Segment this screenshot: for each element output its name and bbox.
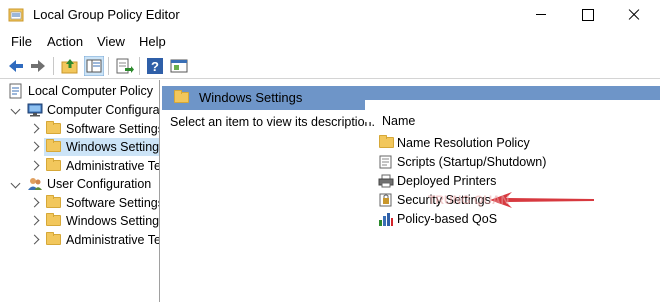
menu-bar: File Action View Help <box>0 32 660 52</box>
chevron-right-icon[interactable] <box>29 234 40 245</box>
menu-action[interactable]: Action <box>47 34 83 49</box>
details-title: Windows Settings <box>199 90 303 105</box>
tree-item-software-settings[interactable]: Software Settings <box>0 120 160 138</box>
chevron-right-icon[interactable] <box>29 123 40 134</box>
folder-icon <box>46 232 61 245</box>
tree-label: Computer Configura <box>47 103 160 117</box>
chevron-down-icon[interactable] <box>10 104 21 115</box>
toolbar-separator <box>139 57 140 75</box>
tree-label: Windows Setting <box>66 214 160 228</box>
scripts-icon <box>379 155 392 169</box>
help-icon[interactable]: ? <box>145 56 165 76</box>
list-item-label: Security Settings <box>397 193 491 207</box>
tree-label: Administrative Te <box>66 233 160 247</box>
export-list-icon[interactable] <box>114 56 134 76</box>
computer-icon <box>27 103 43 117</box>
chevron-right-icon[interactable] <box>29 141 40 152</box>
group-policy-app-icon <box>8 8 24 22</box>
chevron-right-icon[interactable] <box>29 197 40 208</box>
toolbar: ? <box>0 53 660 79</box>
tree-label: Software Settings <box>66 196 160 210</box>
window-title: Local Group Policy Editor <box>33 7 180 22</box>
folder-icon <box>46 121 61 134</box>
users-icon <box>28 178 42 190</box>
details-pane: Windows Settings Select an item to view … <box>162 80 660 302</box>
menu-view[interactable]: View <box>97 34 125 49</box>
tree-item-windows-settings-selected[interactable]: Windows Setting <box>44 138 160 156</box>
back-arrow-icon[interactable] <box>6 56 26 76</box>
title-bar: Local Group Policy Editor <box>0 0 660 30</box>
menu-file[interactable]: File <box>11 34 32 49</box>
list-view: Name <box>365 100 660 128</box>
chevron-down-icon[interactable] <box>10 178 21 189</box>
folder-icon <box>46 195 61 208</box>
minimize-button[interactable] <box>518 0 564 30</box>
tree-label: Windows Setting <box>66 140 160 154</box>
list-item-label: Name Resolution Policy <box>397 136 530 150</box>
list-item-label: Deployed Printers <box>397 174 497 188</box>
chevron-right-icon[interactable] <box>29 215 40 226</box>
folder-icon <box>46 139 61 152</box>
properties-icon[interactable] <box>169 56 189 76</box>
column-header-name[interactable]: Name <box>382 114 415 128</box>
printer-icon <box>378 174 394 188</box>
chevron-right-icon[interactable] <box>29 160 40 171</box>
tree-item-user-software-settings[interactable]: Software Settings <box>0 194 160 212</box>
list-item-label: Policy-based QoS <box>397 212 498 226</box>
tree-item-user-administrative-templates[interactable]: Administrative Te <box>0 231 160 249</box>
folder-icon <box>46 213 61 226</box>
tree-label: User Configuration <box>47 177 152 191</box>
tree-item-local-computer-policy[interactable]: Local Computer Policy <box>0 82 159 100</box>
svg-text:?: ? <box>151 59 159 74</box>
toolbar-separator <box>53 57 54 75</box>
security-settings-icon <box>379 193 392 207</box>
description-text: Select an item to view its description. <box>170 115 375 129</box>
folder-icon <box>379 135 394 148</box>
show-hide-tree-icon[interactable] <box>84 56 104 76</box>
maximize-button[interactable] <box>564 0 610 30</box>
folder-icon <box>174 90 189 103</box>
tree-label: Administrative Te <box>66 159 160 173</box>
tree-item-computer-configuration[interactable]: Computer Configura <box>0 101 160 119</box>
folder-icon <box>46 158 61 171</box>
forward-arrow-icon[interactable] <box>28 56 48 76</box>
list-item-label: Scripts (Startup/Shutdown) <box>397 155 547 169</box>
menu-help[interactable]: Help <box>139 34 166 49</box>
console-tree: Local Computer Policy Computer Configura… <box>0 80 160 302</box>
up-folder-icon[interactable] <box>60 56 80 76</box>
tree-item-user-windows-settings[interactable]: Windows Setting <box>0 212 160 230</box>
tree-item-administrative-templates[interactable]: Administrative Te <box>0 157 160 175</box>
bar-chart-icon <box>379 213 393 226</box>
policy-document-icon <box>9 83 22 99</box>
toolbar-separator <box>108 57 109 75</box>
tree-item-user-configuration[interactable]: User Configuration <box>0 175 159 193</box>
close-button[interactable] <box>610 0 656 30</box>
tree-label: Local Computer Policy <box>28 84 154 98</box>
tree-label: Software Settings <box>66 122 160 136</box>
